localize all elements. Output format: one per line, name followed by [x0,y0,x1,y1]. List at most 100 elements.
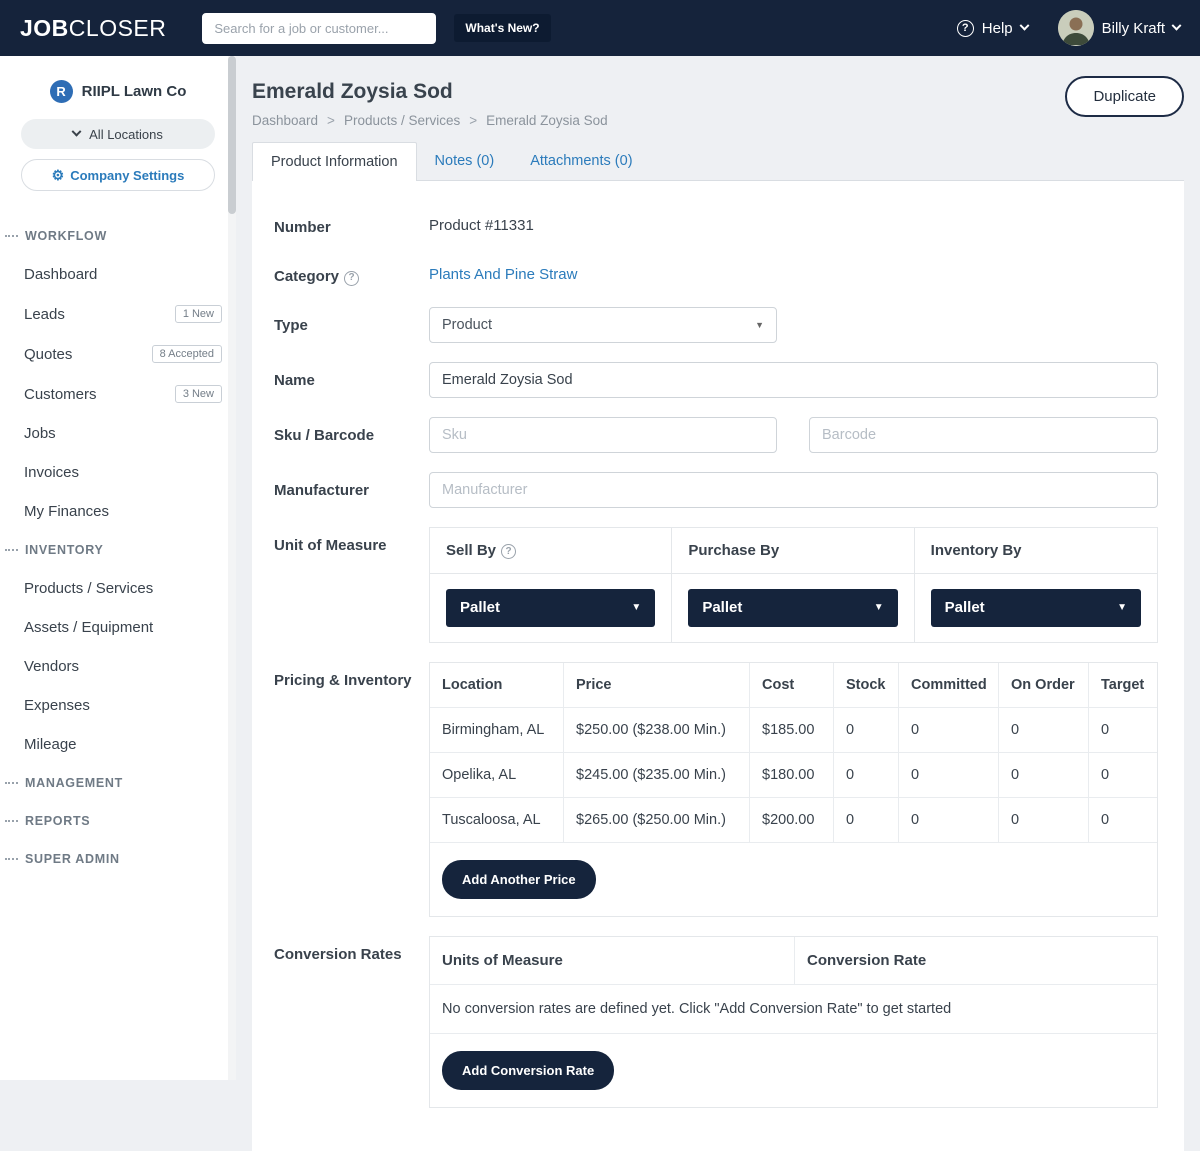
number-value: Product #11331 [429,209,1158,234]
sidebar-item-expenses[interactable]: Expenses [0,686,236,725]
tab-notes[interactable]: Notes (0) [417,142,513,180]
sidebar-item-dashboard[interactable]: Dashboard [0,255,236,294]
sidebar-item-products-services[interactable]: Products / Services [0,569,236,608]
add-conversion-rate-button[interactable]: Add Conversion Rate [442,1051,614,1090]
question-icon[interactable]: ? [501,544,516,559]
inventory-by-select[interactable]: Pallet ▼ [931,589,1141,627]
location-link-tuscaloosa[interactable]: Tuscaloosa, AL [430,798,564,843]
sell-by-value: Pallet [460,599,500,616]
sidebar-item-jobs[interactable]: Jobs [0,414,236,453]
conversion-rates-label: Conversion Rates [274,936,429,1108]
sidebar-item-assets-equipment[interactable]: Assets / Equipment [0,608,236,647]
type-label: Type [274,307,429,343]
type-select[interactable]: Product ▼ [429,307,777,343]
tab-attachments[interactable]: Attachments (0) [512,142,650,180]
pricing-table: Location Price Cost Stock Committed On O… [429,662,1158,917]
sidebar-item-label: Vendors [24,658,79,675]
section-super-admin[interactable]: SUPER ADMIN [0,840,236,878]
gear-icon: ⚙ [52,168,65,182]
main-content: Emerald Zoysia Sod Dashboard > Products … [236,56,1200,1080]
pricing-inventory-label: Pricing & Inventory [274,662,429,917]
stock-cell: 0 [834,798,899,843]
location-link-opelika[interactable]: Opelika, AL [430,753,564,798]
sell-by-select[interactable]: Pallet ▼ [446,589,655,627]
company-settings-label: Company Settings [70,168,184,183]
sidebar-item-label: Mileage [24,736,77,753]
sidebar-item-invoices[interactable]: Invoices [0,453,236,492]
inventory-by-header: Inventory By [915,528,1157,574]
whats-new-button[interactable]: What's New? [454,14,550,42]
section-inventory-label: INVENTORY [25,543,104,557]
sell-by-header: Sell By? [430,528,672,574]
sidebar-item-label: My Finances [24,503,109,520]
manufacturer-input[interactable] [429,472,1158,508]
breadcrumb-current: Emerald Zoysia Sod [486,113,608,128]
sidebar: R RIIPL Lawn Co All Locations ⚙ Company … [0,56,236,1080]
target-cell: 0 [1089,798,1157,843]
sidebar-scrollbar-thumb[interactable] [228,56,236,214]
sidebar-item-label: Quotes [24,346,72,363]
all-locations-dropdown[interactable]: All Locations [21,119,215,149]
number-label: Number [274,209,429,239]
sidebar-item-quotes[interactable]: Quotes 8 Accepted [0,334,236,374]
help-label: Help [982,20,1013,37]
global-search-input[interactable] [202,13,436,44]
committed-cell: 0 [899,753,999,798]
purchase-by-select[interactable]: Pallet ▼ [688,589,897,627]
tab-product-information[interactable]: Product Information [252,142,417,181]
price-cell: $245.00 ($235.00 Min.) [564,753,750,798]
breadcrumb-products-services[interactable]: Products / Services [344,113,460,128]
question-icon[interactable]: ? [344,271,359,286]
duplicate-button[interactable]: Duplicate [1065,76,1184,117]
sku-barcode-label: Sku / Barcode [274,417,429,453]
sidebar-scrollbar[interactable] [228,56,236,1080]
caret-down-icon: ▼ [755,320,764,330]
leads-badge: 1 New [175,305,222,323]
sidebar-item-leads[interactable]: Leads 1 New [0,294,236,334]
target-cell: 0 [1089,708,1157,753]
app-logo[interactable]: JOBCLOSER [20,15,166,42]
section-dash-icon [5,858,18,860]
section-super-admin-label: SUPER ADMIN [25,852,120,866]
quotes-badge: 8 Accepted [152,345,222,363]
tabs: Product Information Notes (0) Attachment… [252,142,1184,180]
sidebar-item-mileage[interactable]: Mileage [0,725,236,764]
section-management[interactable]: MANAGEMENT [0,764,236,802]
chevron-down-icon [72,126,82,136]
avatar [1058,10,1094,46]
on-order-cell: 0 [999,753,1089,798]
category-link[interactable]: Plants And Pine Straw [429,258,1158,283]
name-label: Name [274,362,429,398]
section-workflow[interactable]: WORKFLOW [0,217,236,255]
sidebar-item-label: Dashboard [24,266,97,283]
location-link-birmingham[interactable]: Birmingham, AL [430,708,564,753]
user-name: Billy Kraft [1102,20,1165,37]
user-menu[interactable]: Billy Kraft [1058,10,1180,46]
app-logo-light: CLOSER [69,15,167,41]
caret-down-icon: ▼ [1117,602,1127,613]
sidebar-item-my-finances[interactable]: My Finances [0,492,236,531]
name-input[interactable] [429,362,1158,398]
pricing-col-target: Target [1089,663,1157,708]
barcode-input[interactable] [809,417,1158,453]
section-reports[interactable]: REPORTS [0,802,236,840]
breadcrumb-separator: > [469,113,477,128]
section-inventory[interactable]: INVENTORY [0,531,236,569]
sidebar-item-label: Leads [24,306,65,323]
sidebar-item-label: Assets / Equipment [24,619,153,636]
purchase-by-header: Purchase By [672,528,914,574]
add-another-price-button[interactable]: Add Another Price [442,860,596,899]
section-workflow-label: WORKFLOW [25,229,107,243]
cost-cell: $200.00 [750,798,834,843]
committed-cell: 0 [899,798,999,843]
sidebar-item-label: Customers [24,386,97,403]
company-settings-button[interactable]: ⚙ Company Settings [21,159,215,191]
conversion-col-units: Units of Measure [430,937,795,985]
sidebar-item-customers[interactable]: Customers3 New [0,374,236,414]
sidebar-item-label: Expenses [24,697,90,714]
breadcrumb-dashboard[interactable]: Dashboard [252,113,318,128]
help-menu[interactable]: ? Help [957,20,1028,37]
sidebar-item-vendors[interactable]: Vendors [0,647,236,686]
help-icon: ? [957,20,974,37]
sku-input[interactable] [429,417,777,453]
